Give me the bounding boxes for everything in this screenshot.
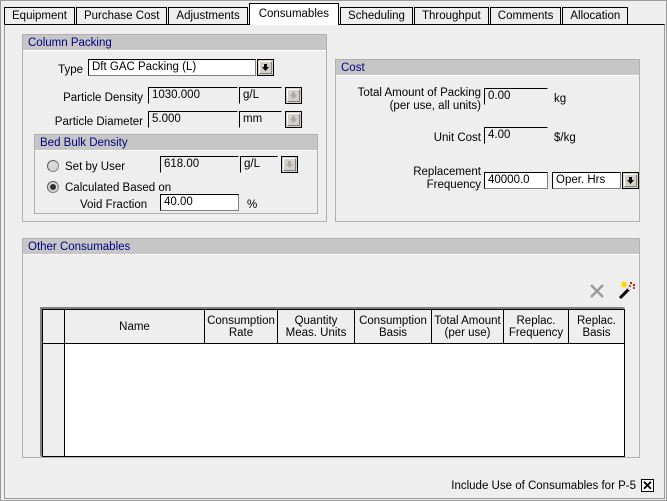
table-body	[42, 343, 625, 457]
tab-label: Purchase Cost	[83, 10, 160, 22]
table-empty-row[interactable]	[42, 343, 625, 457]
column-header-name[interactable]: Name	[64, 309, 205, 344]
column-header-selector[interactable]	[42, 309, 65, 344]
bed-density-unit: g/L	[240, 156, 278, 173]
consumables-panel: Column Packing Type Dft GAC Packing (L) …	[4, 24, 665, 499]
radio-calculated-based-on[interactable]	[47, 181, 59, 193]
packing-type-input[interactable]: Dft GAC Packing (L)	[88, 59, 256, 76]
bed-bulk-density-group: Bed Bulk Density Set by User 618.00 g/L …	[34, 134, 318, 214]
other-consumables-group: Other Consumables Name Consumption Rate …	[22, 238, 640, 458]
tab-label: Equipment	[12, 10, 67, 22]
down-arrow-icon	[283, 158, 296, 171]
column-header-total-amount[interactable]: Total Amount (per use)	[431, 309, 504, 344]
column-packing-group: Column Packing Type Dft GAC Packing (L) …	[22, 34, 327, 222]
particle-diameter-unit-button[interactable]	[285, 111, 302, 128]
replacement-basis-input[interactable]: Oper. Hrs	[552, 172, 621, 189]
packing-type-dropdown-button[interactable]	[257, 59, 274, 76]
void-fraction-unit: %	[247, 199, 258, 211]
column-header-replac-basis[interactable]: Replac. Basis	[568, 309, 625, 344]
column-header-consumption-rate[interactable]: Consumption Rate	[204, 309, 278, 344]
unit-cost-unit: $/kg	[554, 132, 576, 144]
particle-density-value: 1030.000	[148, 87, 238, 104]
total-amount-unit: kg	[554, 93, 567, 105]
empty-body-cell[interactable]	[64, 343, 625, 457]
x-delete-icon[interactable]	[587, 281, 607, 301]
consumables-table[interactable]: Name Consumption Rate Quantity Meas. Units…	[40, 307, 625, 457]
tab-label: Adjustments	[176, 10, 240, 22]
bed-density-unit-button[interactable]	[281, 156, 298, 173]
unit-cost-label: Unit Cost	[433, 132, 481, 144]
particle-diameter-unit: mm	[239, 111, 282, 128]
particle-density-unit: g/L	[239, 87, 282, 104]
tab-bar: Equipment Purchase Cost Adjustments Cons…	[4, 3, 664, 26]
replacement-basis-dropdown-button[interactable]	[622, 172, 639, 189]
particle-diameter-value: 5.000	[148, 111, 238, 128]
consumables-dialog-window: Equipment Purchase Cost Adjustments Cons…	[0, 0, 667, 501]
replacement-label-line1: Replacement	[413, 166, 481, 178]
cost-group: Cost Total Amount of Packing (per use, a…	[335, 59, 640, 222]
down-arrow-icon	[287, 113, 300, 126]
tab-consumables[interactable]: Consumables	[248, 3, 340, 25]
column-header-consumption-basis[interactable]: Consumption Basis	[354, 309, 432, 344]
include-consumables-checkbox[interactable]: ✕	[641, 478, 654, 493]
particle-density-unit-button[interactable]	[285, 87, 302, 104]
chevron-down-icon	[259, 61, 272, 74]
total-amount-label-line1: Total Amount of Packing	[357, 87, 481, 99]
magic-wand-icon[interactable]	[617, 279, 637, 299]
table-header-row: Name Consumption Rate Quantity Meas. Units…	[42, 309, 625, 344]
radio-set-by-user[interactable]	[47, 160, 59, 172]
type-label: Type	[58, 64, 83, 76]
total-amount-label-line2: (per use, all units)	[389, 100, 481, 112]
bed-bulk-density-title: Bed Bulk Density	[35, 135, 317, 151]
tab-label: Consumables	[258, 8, 330, 20]
particle-diameter-label: Particle Diameter	[54, 116, 143, 128]
other-consumables-title: Other Consumables	[23, 239, 639, 255]
total-amount-value: 0.00	[484, 88, 548, 105]
row-selector-cell[interactable]	[42, 343, 65, 457]
chevron-down-icon	[624, 174, 637, 187]
tab-label: Throughput	[421, 10, 481, 22]
set-by-user-label: Set by User	[65, 161, 126, 173]
unit-cost-value: 4.00	[484, 127, 548, 144]
particle-density-label: Particle Density	[63, 92, 143, 104]
cost-title: Cost	[336, 60, 639, 76]
replacement-label-line2: Frequency	[426, 179, 481, 191]
tab-label: Comments	[497, 10, 554, 22]
void-fraction-input[interactable]: 40.00	[160, 194, 239, 211]
column-header-quantity-meas-units[interactable]: Quantity Meas. Units	[277, 309, 355, 344]
replacement-frequency-input[interactable]: 40000.0	[484, 172, 548, 189]
void-fraction-label: Void Fraction	[80, 199, 148, 211]
calculated-based-on-label: Calculated Based on	[65, 182, 172, 194]
column-header-replac-frequency[interactable]: Replac. Frequency	[503, 309, 569, 344]
include-consumables-label: Include Use of Consumables for P-5	[451, 479, 636, 492]
column-packing-title: Column Packing	[23, 35, 326, 51]
down-arrow-icon	[287, 89, 300, 102]
tab-label: Allocation	[570, 10, 621, 22]
consumables-grid: Name Consumption Rate Quantity Meas. Units…	[42, 309, 625, 457]
tab-label: Scheduling	[348, 10, 405, 22]
include-consumables-row: Include Use of Consumables for P-5 ✕	[451, 478, 654, 493]
bed-density-value: 618.00	[160, 156, 239, 173]
check-x-icon: ✕	[642, 478, 653, 493]
